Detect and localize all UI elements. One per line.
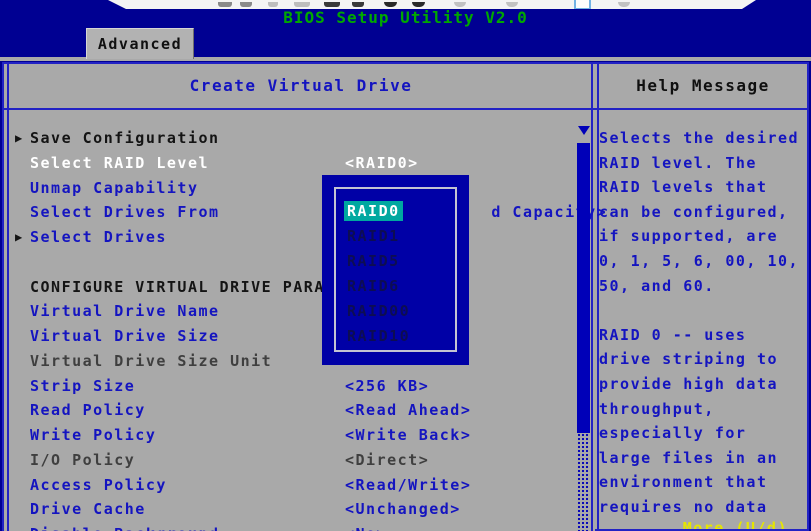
menu-item[interactable]: Unmap Capability bbox=[12, 176, 572, 201]
menu-item-label: I/O Policy bbox=[30, 451, 135, 469]
menu-item-value: <Unchanged> bbox=[345, 497, 461, 522]
help-line: if supported, are bbox=[599, 224, 805, 249]
help-line: can be configured, bbox=[599, 200, 805, 225]
menu-item-label: Strip Size bbox=[30, 377, 135, 395]
menu-item-value: <Read Ahead> bbox=[345, 398, 471, 423]
help-line: provide high data bbox=[599, 372, 805, 397]
raid-option[interactable]: RAID1 bbox=[344, 224, 455, 249]
toolbar-icon-fragment bbox=[324, 2, 340, 7]
menu-list: ▶ Save Configuration Select RAID Level <RAI… bbox=[12, 126, 572, 531]
toolbar-icon-fragment bbox=[218, 2, 232, 7]
menu-item-label: Select RAID Level bbox=[30, 154, 209, 172]
help-line: throughput, bbox=[599, 397, 805, 422]
help-line: drive striping to bbox=[599, 347, 805, 372]
raid-option[interactable]: RAID6 bbox=[344, 274, 455, 299]
menu-item-value: <256 KB> bbox=[345, 374, 429, 399]
scrollbar[interactable] bbox=[577, 126, 590, 531]
menu-item[interactable]: ▶ Save Configuration bbox=[12, 126, 572, 151]
raid-options-list: RAID0RAID1RAID5RAID6RAID00RAID10 bbox=[344, 199, 455, 349]
menu-item[interactable]: Select Drives From<Unconfigured Capacity… bbox=[12, 200, 572, 225]
help-line: Selects the desired bbox=[599, 126, 805, 151]
menu-item-label: Select Drives bbox=[30, 228, 167, 246]
help-line: 0, 1, 5, 6, 00, 10, bbox=[599, 249, 805, 274]
menu-item-value: <No> bbox=[345, 522, 387, 531]
scroll-up-icon[interactable] bbox=[578, 126, 590, 135]
menu-item-value: <Direct> bbox=[345, 448, 429, 473]
raid-option[interactable]: RAID00 bbox=[344, 299, 455, 324]
toolbar-icon-fragment bbox=[618, 2, 630, 7]
menu-item: CONFIGURE VIRTUAL DRIVE PARAMETERS: bbox=[12, 275, 572, 300]
menu-item-label: Select Drives From bbox=[30, 203, 220, 221]
menu-item[interactable]: Access Policy <Read/Write> bbox=[12, 473, 572, 498]
menu-item[interactable]: ▶ Select Drives bbox=[12, 225, 572, 250]
menu-item[interactable]: Select RAID Level <RAID0> bbox=[12, 151, 572, 176]
help-panel-title: Help Message bbox=[599, 76, 807, 95]
submenu-arrow-icon: ▶ bbox=[15, 126, 22, 151]
menu-item[interactable]: Read Policy <Read Ahead> bbox=[12, 398, 572, 423]
page-title: Create Virtual Drive bbox=[12, 76, 590, 95]
help-line: RAID level. The bbox=[599, 151, 805, 176]
header-divider bbox=[4, 108, 807, 110]
toolbar-icon-fragment bbox=[352, 2, 364, 7]
toolbar-icon-fragment bbox=[294, 2, 310, 7]
menu-item: I/O Policy <Direct> bbox=[12, 448, 572, 473]
toolbar-icon-fragment bbox=[506, 2, 518, 7]
bios-screen: BIOS Setup Utility V2.0 Advanced Create … bbox=[0, 0, 811, 531]
menu-item-value: <Write Back> bbox=[345, 423, 471, 448]
menu-item[interactable]: Strip Size <256 KB> bbox=[12, 374, 572, 399]
menu-item-label: Save Configuration bbox=[30, 129, 220, 147]
toolbar-icon-fragment bbox=[412, 2, 425, 7]
raid-level-popup: RAID0RAID1RAID5RAID6RAID00RAID10 bbox=[322, 175, 469, 365]
menu-item bbox=[12, 250, 572, 275]
menu-item-label: Virtual Drive Size bbox=[30, 327, 220, 345]
menu-item-label: Read Policy bbox=[30, 401, 146, 419]
toolbar-icon-fragment bbox=[268, 2, 278, 7]
raid-option[interactable]: RAID10 bbox=[344, 324, 455, 349]
help-line bbox=[599, 298, 805, 323]
help-line: large files in an bbox=[599, 446, 805, 471]
menu-item[interactable]: Write Policy <Write Back> bbox=[12, 423, 572, 448]
panel-inner-border bbox=[7, 64, 9, 531]
panel-divider bbox=[591, 64, 593, 531]
bios-title: BIOS Setup Utility V2.0 bbox=[0, 8, 811, 27]
help-line: RAID 0 -- uses bbox=[599, 323, 805, 348]
help-line: requires no data bbox=[599, 495, 805, 520]
menu-item-label: Drive Cache bbox=[30, 500, 146, 518]
menu-item[interactable]: Virtual Drive Size bbox=[12, 324, 572, 349]
submenu-arrow-icon: ▶ bbox=[15, 225, 22, 250]
help-text: Selects the desiredRAID level. TheRAID l… bbox=[599, 126, 805, 520]
scrollbar-track[interactable] bbox=[577, 433, 590, 531]
raid-option[interactable]: RAID5 bbox=[344, 249, 455, 274]
help-line: especially for bbox=[599, 421, 805, 446]
menu-item-label: Write Policy bbox=[30, 426, 156, 444]
menu-item-label: Virtual Drive Name bbox=[30, 302, 220, 320]
toolbar-icon-fragment bbox=[384, 2, 397, 7]
toolbar-icon-fragment bbox=[240, 2, 252, 7]
menu-item-label: Virtual Drive Size Unit bbox=[30, 352, 272, 370]
menu-item-label: Access Policy bbox=[30, 476, 167, 494]
menu-item-value: <Unconfigured Capacity> bbox=[491, 200, 616, 225]
menu-item[interactable]: Virtual Drive Name bbox=[12, 299, 572, 324]
tab-advanced[interactable]: Advanced bbox=[86, 28, 194, 59]
raid-option[interactable]: RAID0 bbox=[344, 199, 455, 224]
scrollbar-thumb[interactable] bbox=[577, 143, 590, 433]
help-line: 50, and 60. bbox=[599, 274, 805, 299]
menu-item-value: <Read/Write> bbox=[345, 473, 471, 498]
help-line: RAID levels that bbox=[599, 175, 805, 200]
toolbar-icon-fragment bbox=[454, 2, 466, 7]
menu-item-label: Disable Background bbox=[30, 525, 220, 531]
help-line: environment that bbox=[599, 470, 805, 495]
menu-item-label: Unmap Capability bbox=[30, 179, 199, 197]
menu-item: Virtual Drive Size Unit bbox=[12, 349, 572, 374]
menu-item-value: <RAID0> bbox=[345, 151, 419, 176]
main-panel: Create Virtual Drive Help Message ▶ Save … bbox=[2, 62, 809, 531]
menu-item[interactable]: Drive Cache <Unchanged> bbox=[12, 497, 572, 522]
menu-item[interactable]: Disable Background <No> bbox=[12, 522, 572, 531]
